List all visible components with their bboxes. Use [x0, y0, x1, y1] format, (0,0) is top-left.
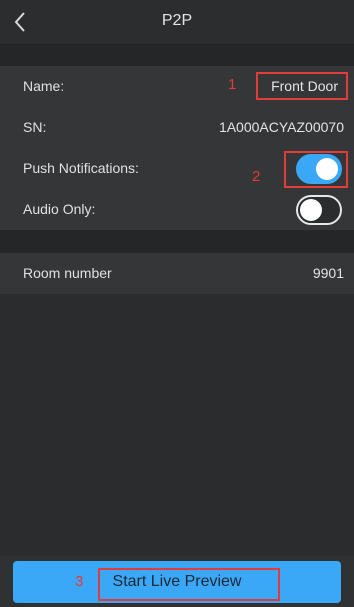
push-notifications-label: Push Notifications: [23, 160, 139, 176]
name-value[interactable]: Front Door [271, 78, 338, 94]
annotation-3: 3 [75, 573, 84, 590]
sn-label: SN: [23, 119, 47, 135]
name-row: Name: 1 Front Door [0, 66, 354, 108]
room-number-row[interactable]: Room number 9901 [0, 253, 354, 295]
audio-only-row: Audio Only: [0, 189, 354, 231]
annotation-box-3 [98, 568, 280, 601]
sn-row: SN: 1A000ACYAZ00070 [0, 107, 354, 149]
toggle-knob [316, 158, 338, 180]
section-gap [0, 45, 354, 66]
push-notifications-toggle[interactable] [296, 154, 342, 184]
audio-only-toggle[interactable] [296, 195, 342, 225]
section-gap [0, 230, 354, 253]
sn-value: 1A000ACYAZ00070 [218, 119, 344, 135]
empty-content-area [0, 295, 354, 556]
room-number-label: Room number [23, 265, 112, 281]
annotation-1: 1 [228, 76, 237, 93]
page-title: P2P [161, 12, 193, 29]
top-nav-bar: P2P [0, 0, 354, 45]
toggle-knob [300, 199, 322, 221]
annotation-2: 2 [252, 168, 261, 185]
bottom-action-bar: Start Live Preview 3 [0, 556, 354, 607]
push-notifications-row: Push Notifications: 2 [0, 148, 354, 190]
name-label: Name: [23, 78, 65, 94]
room-number-value: 9901 [312, 265, 344, 281]
audio-only-label: Audio Only: [23, 201, 96, 217]
